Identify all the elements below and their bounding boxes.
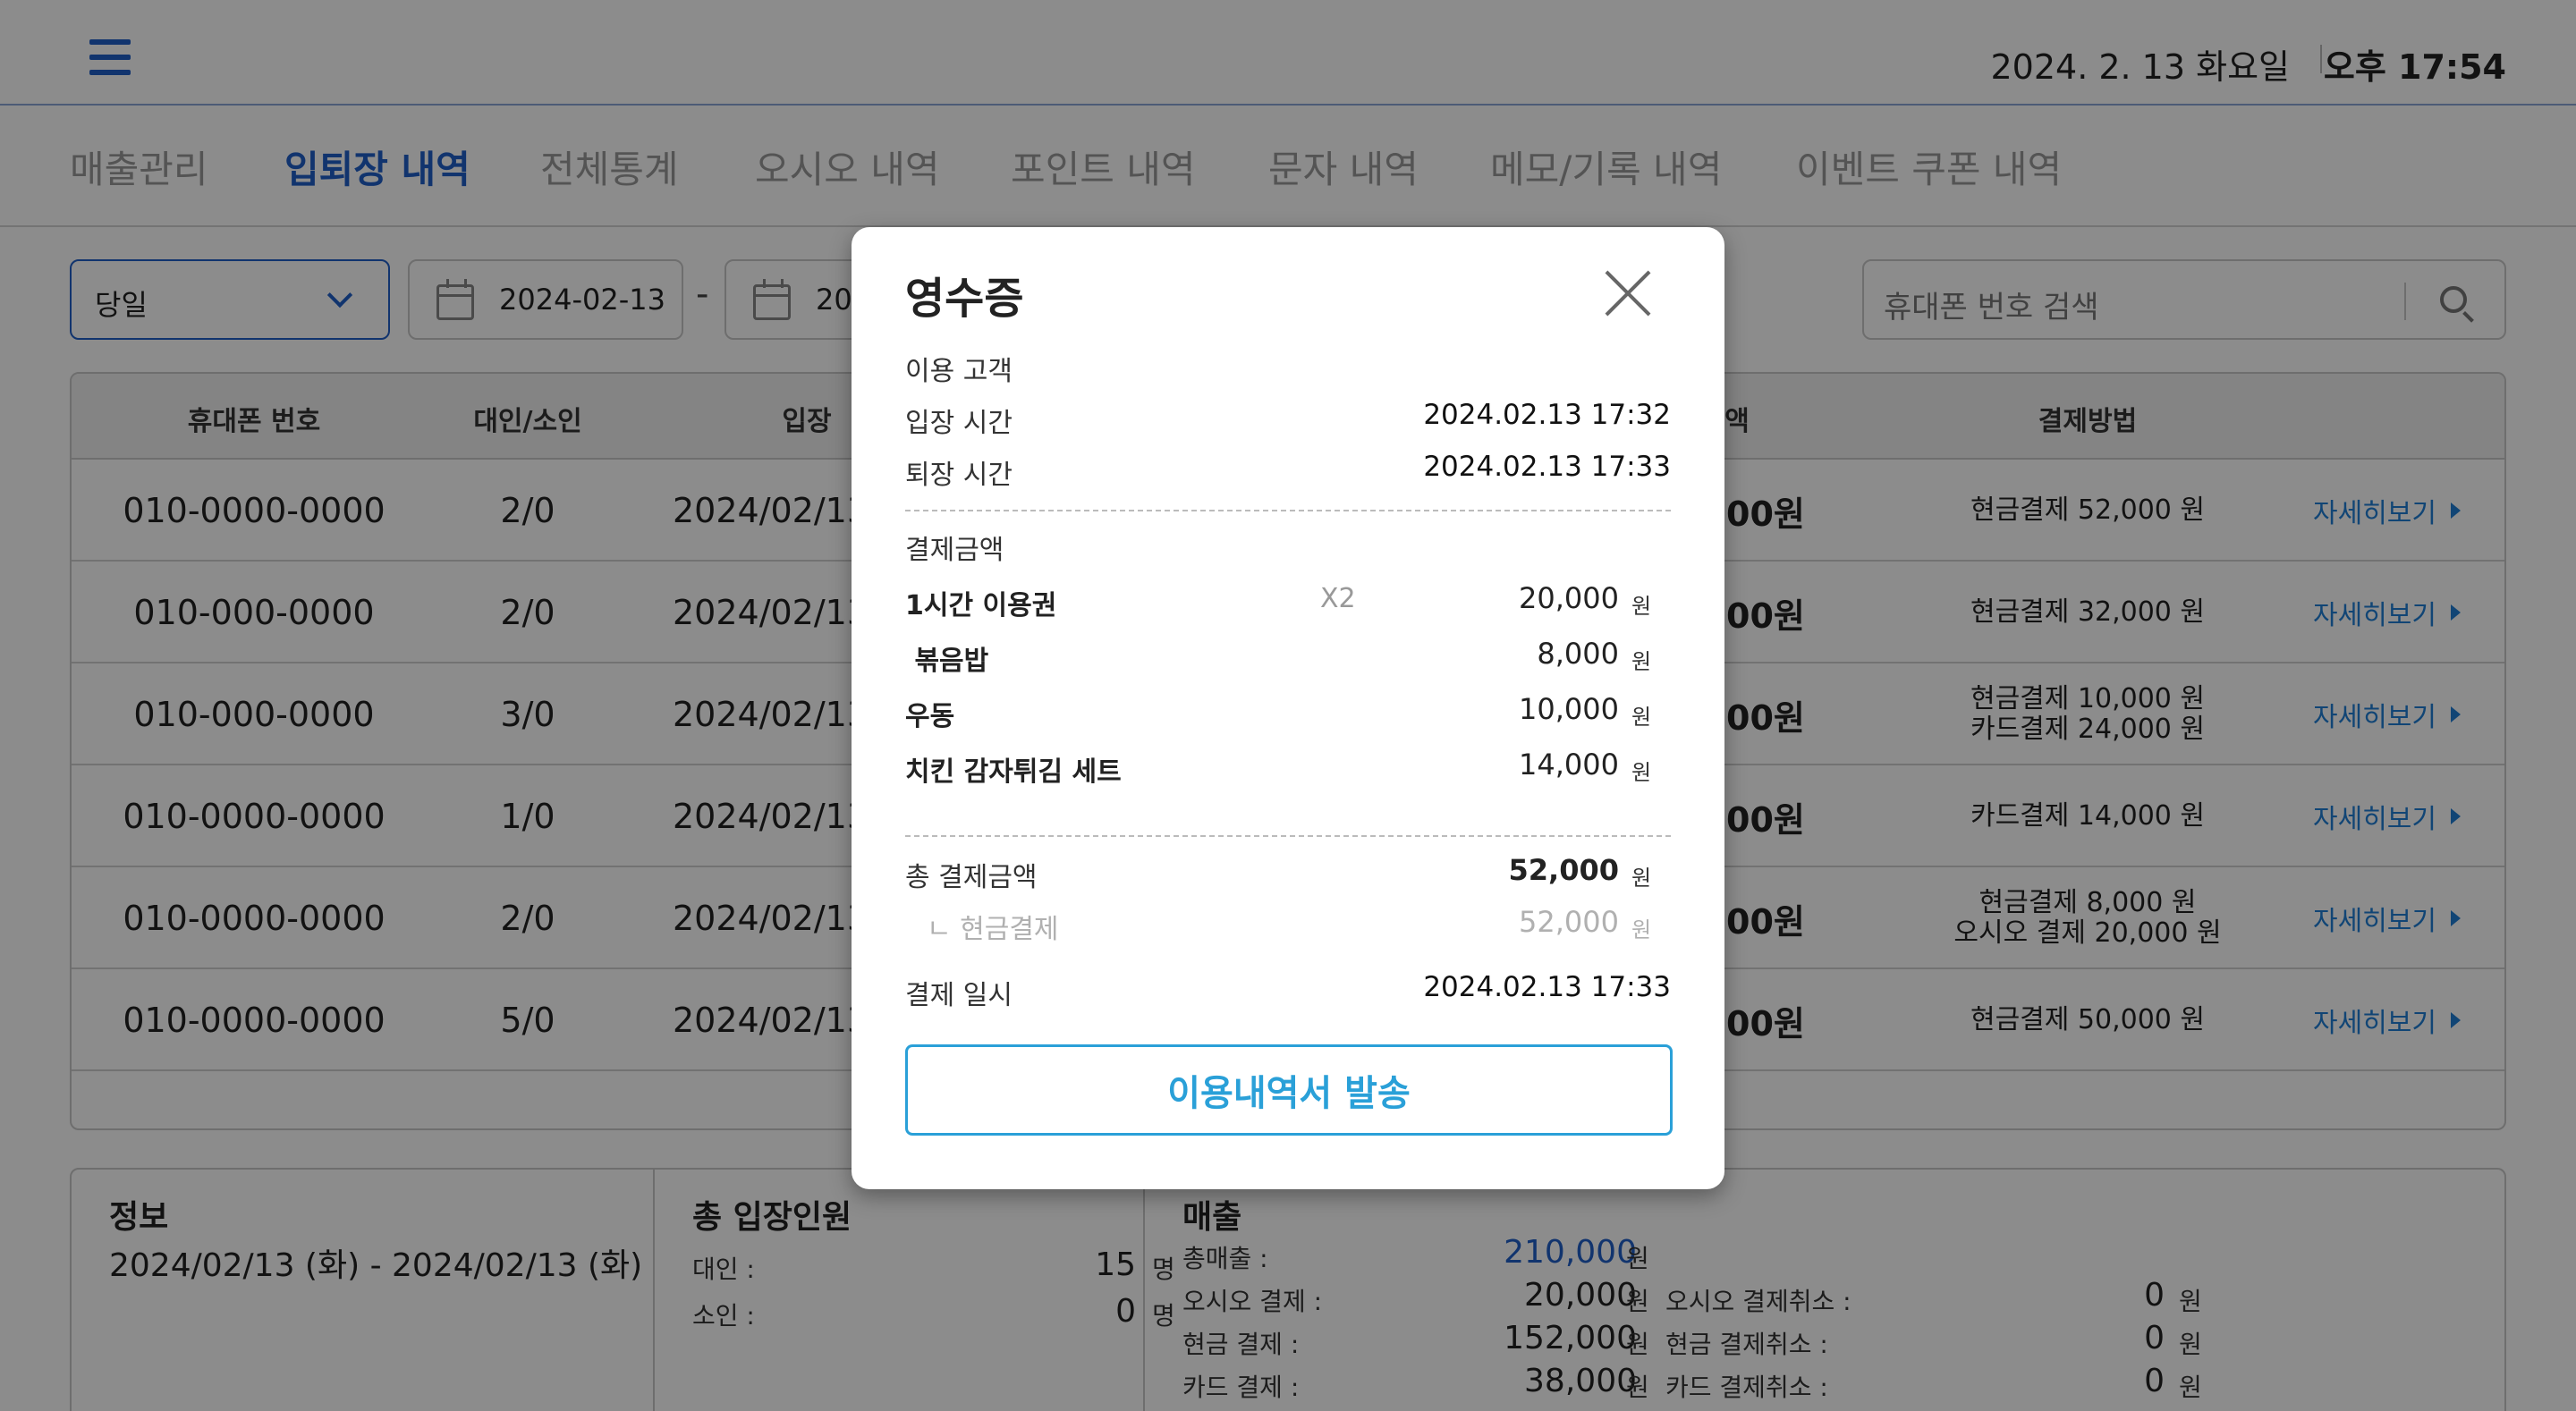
receipt-title: 영수증	[905, 274, 1024, 324]
payment-date-value: 2024.02.13 17:33	[1423, 971, 1671, 1003]
receipt-divider	[905, 835, 1671, 837]
customer-label: 이용 고객	[905, 356, 1013, 387]
total-payment-label: 총 결제금액	[905, 862, 1038, 893]
won-unit: 원	[1631, 917, 1652, 942]
won-unit: 원	[1631, 649, 1652, 674]
receipt-item-name: 1시간 이용권	[905, 590, 1057, 621]
payment-amount-label: 결제금액	[905, 535, 1004, 566]
won-unit: 원	[1631, 594, 1652, 619]
exit-time-label: 퇴장 시간	[905, 460, 1013, 491]
receipt-item-name: 우동	[905, 701, 955, 732]
close-icon[interactable]	[1603, 268, 1653, 318]
won-unit: 원	[1631, 760, 1652, 785]
receipt-item-price: 20,000	[1519, 581, 1619, 615]
receipt-modal: 영수증 이용 고객 입장 시간 2024.02.13 17:32 퇴장 시간 2…	[852, 227, 1724, 1189]
entry-time-label: 입장 시간	[905, 408, 1013, 439]
receipt-divider	[905, 510, 1671, 511]
cash-payment-value: 52,000	[1519, 905, 1619, 939]
won-unit: 원	[1631, 866, 1652, 891]
won-unit: 원	[1631, 705, 1652, 730]
send-usage-statement-button[interactable]: 이용내역서 발송	[905, 1044, 1673, 1136]
receipt-item-qty: X2	[1320, 583, 1356, 614]
receipt-item-price: 10,000	[1519, 692, 1619, 726]
receipt-item-name: 볶음밥	[905, 646, 989, 677]
payment-date-label: 결제 일시	[905, 980, 1013, 1011]
receipt-item-price: 8,000	[1537, 637, 1619, 671]
total-payment-value: 52,000	[1508, 853, 1619, 887]
exit-time-value: 2024.02.13 17:33	[1423, 451, 1671, 483]
receipt-item-name: 치킨 감자튀김 세트	[905, 756, 1122, 788]
cash-payment-label: ㄴ 현금결제	[927, 914, 1059, 945]
entry-time-value: 2024.02.13 17:32	[1423, 399, 1671, 431]
receipt-item-price: 14,000	[1519, 748, 1619, 782]
